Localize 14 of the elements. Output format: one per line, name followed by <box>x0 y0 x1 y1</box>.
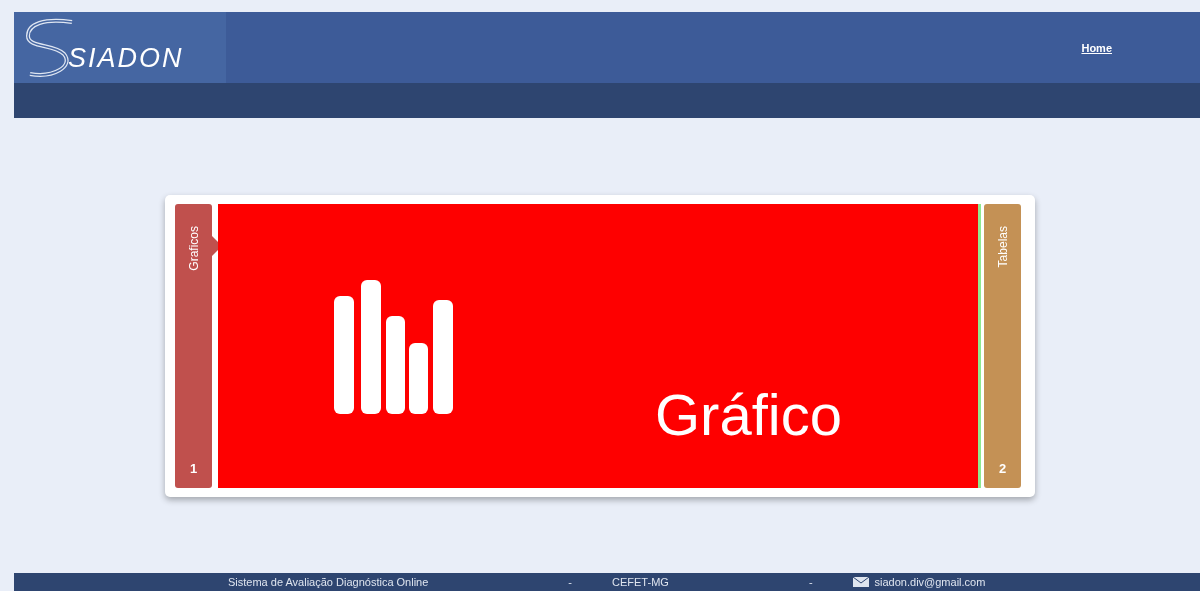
email-text: siadon.div@gmail.com <box>874 576 986 588</box>
nav-link[interactable]: Home <box>1081 41 1112 54</box>
footer-text: Sistema de Avaliação Diagnóstica Online <box>228 576 430 588</box>
logo-text: SIADON <box>68 43 184 74</box>
tab-label: Tabelas <box>995 225 1010 267</box>
envelope-icon <box>852 577 869 587</box>
slide-caption: Gráfico <box>655 380 842 448</box>
footer-text: CEFET-MG <box>612 576 670 588</box>
tab-label: Graficos <box>186 225 201 271</box>
separator-text: - <box>567 576 574 588</box>
slider-tab[interactable]: Tabelas 2 <box>984 203 1021 488</box>
tab-number: 2 <box>998 460 1007 476</box>
separator-text: - <box>807 576 814 588</box>
tab-number: 1 <box>189 460 198 476</box>
